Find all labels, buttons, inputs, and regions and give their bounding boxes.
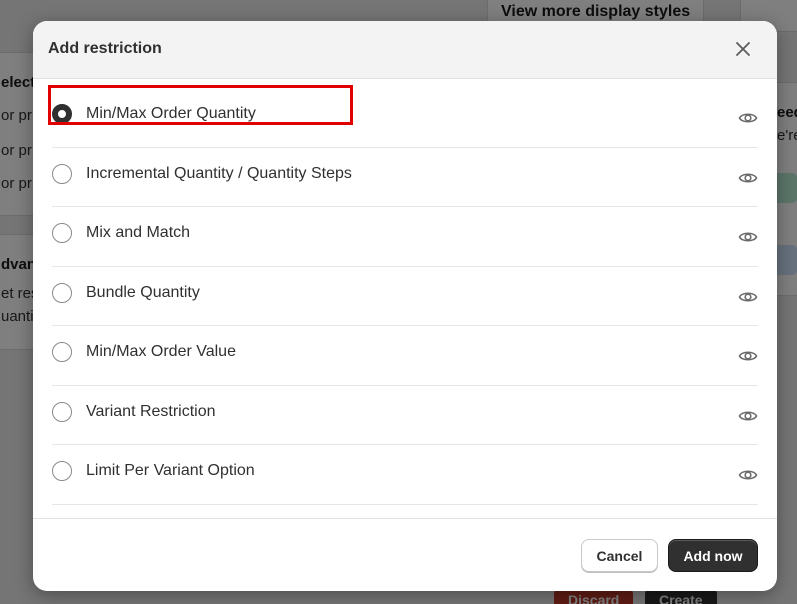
restriction-options-list: Min/Max Order Quantity Incremental Quant…	[48, 85, 758, 505]
option-label: Mix and Match	[86, 224, 191, 241]
option-incremental-quantity[interactable]: Incremental Quantity / Quantity Steps	[52, 148, 758, 207]
close-button[interactable]	[731, 37, 755, 61]
cancel-button[interactable]: Cancel	[581, 539, 658, 572]
option-radio[interactable]	[52, 223, 72, 243]
eye-icon[interactable]	[738, 406, 758, 426]
option-label: Incremental Quantity / Quantity Steps	[86, 164, 352, 182]
eye-icon[interactable]	[738, 465, 758, 485]
eye-icon[interactable]	[738, 108, 758, 128]
close-icon	[736, 42, 750, 56]
option-bundle-quantity[interactable]: Bundle Quantity	[52, 267, 758, 326]
option-radio[interactable]	[52, 163, 72, 184]
option-radio[interactable]	[52, 342, 72, 362]
option-label: Bundle Quantity	[86, 283, 200, 301]
option-radio[interactable]	[52, 282, 72, 303]
option-mix-and-match[interactable]: Mix and Match	[52, 207, 758, 267]
option-label: Limit Per Variant Option	[86, 462, 255, 479]
option-min-max-order-quantity[interactable]: Min/Max Order Quantity	[48, 85, 758, 148]
option-label: Min/Max Order Value	[86, 343, 236, 360]
modal-header: Add restriction	[33, 21, 777, 79]
eye-icon[interactable]	[738, 287, 758, 307]
option-limit-per-variant-option[interactable]: Limit Per Variant Option	[52, 445, 758, 505]
option-radio[interactable]	[52, 461, 72, 481]
modal-footer: Cancel Add now	[33, 518, 777, 591]
eye-icon[interactable]	[738, 227, 758, 247]
add-now-button[interactable]: Add now	[668, 539, 758, 572]
modal-title: Add restriction	[48, 40, 162, 57]
add-restriction-modal: Add restriction Min/Max Order Quantity I…	[33, 21, 777, 591]
option-label: Min/Max Order Quantity	[86, 105, 256, 122]
option-min-max-order-value[interactable]: Min/Max Order Value	[52, 326, 758, 386]
option-radio[interactable]	[52, 104, 72, 124]
eye-icon[interactable]	[738, 168, 758, 188]
option-variant-restriction[interactable]: Variant Restriction	[52, 386, 758, 445]
option-radio[interactable]	[52, 401, 72, 422]
eye-icon[interactable]	[738, 346, 758, 366]
option-label: Variant Restriction	[86, 402, 216, 420]
